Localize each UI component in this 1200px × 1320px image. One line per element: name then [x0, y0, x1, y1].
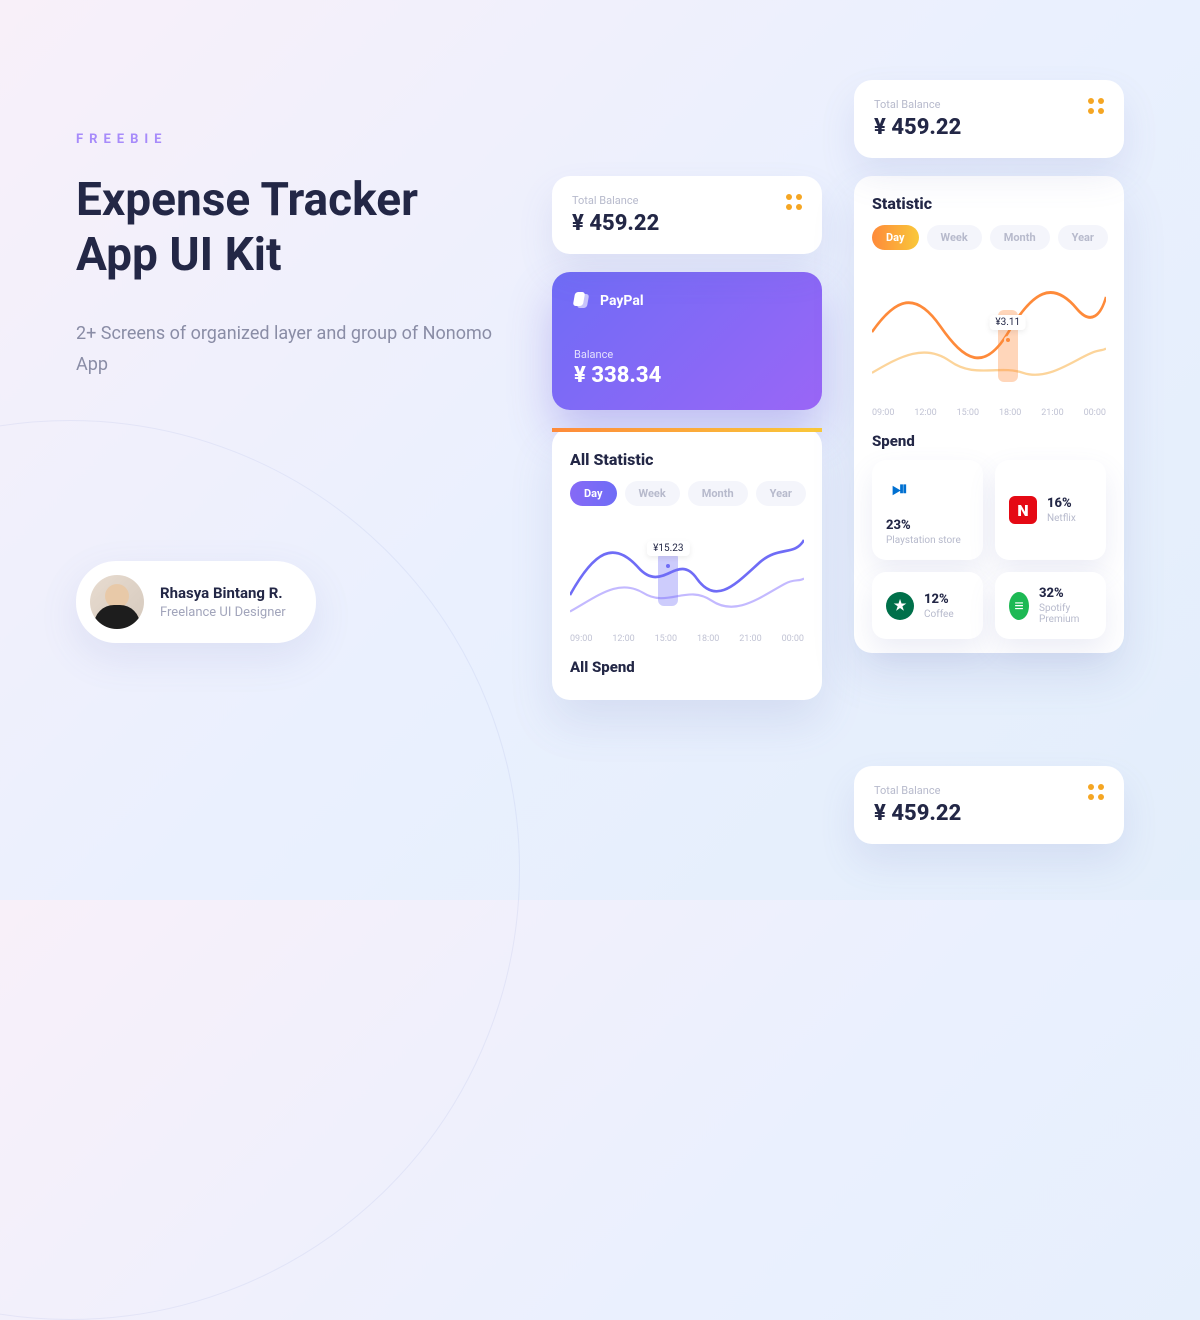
balance-label: Total Balance: [874, 784, 1104, 797]
spend-pct: 12%: [924, 592, 954, 607]
section-title: All Spend: [570, 658, 804, 676]
range-tabs: Day Week Month Year: [872, 225, 1106, 250]
card-balance-label: Balance: [574, 348, 800, 361]
tab-month[interactable]: Month: [990, 225, 1050, 250]
x-tick: 21:00: [1041, 408, 1063, 418]
tab-year[interactable]: Year: [756, 481, 806, 506]
section-title: Statistic: [872, 194, 1106, 213]
spend-pct: 23%: [886, 518, 969, 533]
spend-pct: 16%: [1047, 496, 1076, 511]
tab-week[interactable]: Week: [625, 481, 680, 506]
balance-value: ¥ 459.22: [572, 211, 802, 236]
statistic-card: Statistic Day Week Month Year ¥3.11 09:0…: [854, 176, 1124, 653]
author-card[interactable]: Rhasya Bintang R. Freelance UI Designer: [76, 561, 316, 643]
spend-item-spotify[interactable]: ≡ 32% Spotify Premium: [995, 572, 1106, 639]
spend-item-playstation[interactable]: ⏯ 23% Playstation store: [872, 460, 983, 560]
balance-card: Total Balance ¥ 459.22: [854, 766, 1124, 844]
spotify-icon: ≡: [1009, 592, 1029, 620]
phone-screen-3: Total Balance ¥ 459.22: [854, 766, 1124, 844]
app-menu-icon[interactable]: [1088, 784, 1104, 800]
chart-marker: ¥3.11: [1004, 336, 1012, 344]
x-tick: 21:00: [739, 634, 761, 644]
app-menu-icon[interactable]: [786, 194, 802, 210]
app-menu-icon[interactable]: [1088, 98, 1104, 114]
netflix-icon: N: [1009, 496, 1037, 524]
x-tick: 18:00: [697, 634, 719, 644]
author-name: Rhasya Bintang R.: [160, 584, 286, 602]
balance-card: Total Balance ¥ 459.22: [854, 80, 1124, 158]
spend-name: Netflix: [1047, 513, 1076, 524]
phone-screen-2: Total Balance ¥ 459.22 Statistic Day Wee…: [854, 80, 1124, 653]
playstation-icon: ⏯: [886, 474, 914, 502]
spend-name: Playstation store: [886, 535, 969, 546]
x-tick: 15:00: [655, 634, 677, 644]
statistic-chart: ¥3.11: [872, 262, 1106, 402]
balance-value: ¥ 459.22: [874, 115, 1104, 140]
range-tabs: Day Week Month Year: [570, 481, 804, 506]
payment-card[interactable]: PayPal Balance ¥ 338.34: [552, 272, 822, 410]
marker-label: ¥15.23: [647, 541, 689, 556]
section-title: Spend: [872, 432, 1106, 450]
x-tick: 00:00: [1084, 408, 1106, 418]
x-tick: 09:00: [872, 408, 894, 418]
x-tick: 15:00: [957, 408, 979, 418]
paypal-icon: [574, 292, 592, 310]
x-tick: 12:00: [612, 634, 634, 644]
x-tick: 12:00: [914, 408, 936, 418]
tab-week[interactable]: Week: [927, 225, 982, 250]
balance-value: ¥ 459.22: [874, 801, 1104, 826]
payment-provider: PayPal: [600, 293, 644, 309]
x-tick: 18:00: [999, 408, 1021, 418]
tab-day[interactable]: Day: [872, 225, 919, 250]
all-statistic-card: All Statistic Day Week Month Year ¥15.23…: [552, 428, 822, 700]
spend-name: Coffee: [924, 609, 954, 620]
tab-month[interactable]: Month: [688, 481, 748, 506]
tab-year[interactable]: Year: [1058, 225, 1108, 250]
author-text: Rhasya Bintang R. Freelance UI Designer: [160, 584, 286, 620]
balance-label: Total Balance: [572, 194, 802, 207]
x-tick: 09:00: [570, 634, 592, 644]
spend-name: Spotify Premium: [1039, 603, 1092, 625]
x-tick: 00:00: [782, 634, 804, 644]
hero-copy: FREEBIE Expense Tracker App UI Kit 2+ Sc…: [76, 132, 496, 643]
section-title: All Statistic: [570, 450, 804, 469]
x-axis: 09:00 12:00 15:00 18:00 21:00 00:00: [872, 408, 1106, 418]
starbucks-icon: ★: [886, 592, 914, 620]
spend-grid: ⏯ 23% Playstation store N 16% Netflix ★ …: [872, 460, 1106, 639]
statistic-chart: ¥15.23: [570, 518, 804, 628]
x-axis: 09:00 12:00 15:00 18:00 21:00 00:00: [570, 634, 804, 644]
author-role: Freelance UI Designer: [160, 605, 286, 620]
phone-screen-1: Total Balance ¥ 459.22 PayPal Balance ¥ …: [552, 176, 822, 700]
spend-item-coffee[interactable]: ★ 12% Coffee: [872, 572, 983, 639]
spend-item-netflix[interactable]: N 16% Netflix: [995, 460, 1106, 560]
spend-pct: 32%: [1039, 586, 1092, 601]
avatar: [90, 575, 144, 629]
sub-headline: 2+ Screens of organized layer and group …: [76, 319, 496, 380]
headline: Expense Tracker App UI Kit: [76, 173, 496, 283]
chart-marker: ¥15.23: [664, 562, 672, 570]
card-balance-value: ¥ 338.34: [574, 363, 800, 388]
balance-label: Total Balance: [874, 98, 1104, 111]
eyebrow-label: FREEBIE: [76, 132, 496, 147]
tab-day[interactable]: Day: [570, 481, 617, 506]
balance-card: Total Balance ¥ 459.22: [552, 176, 822, 254]
marker-label: ¥3.11: [989, 315, 1026, 330]
